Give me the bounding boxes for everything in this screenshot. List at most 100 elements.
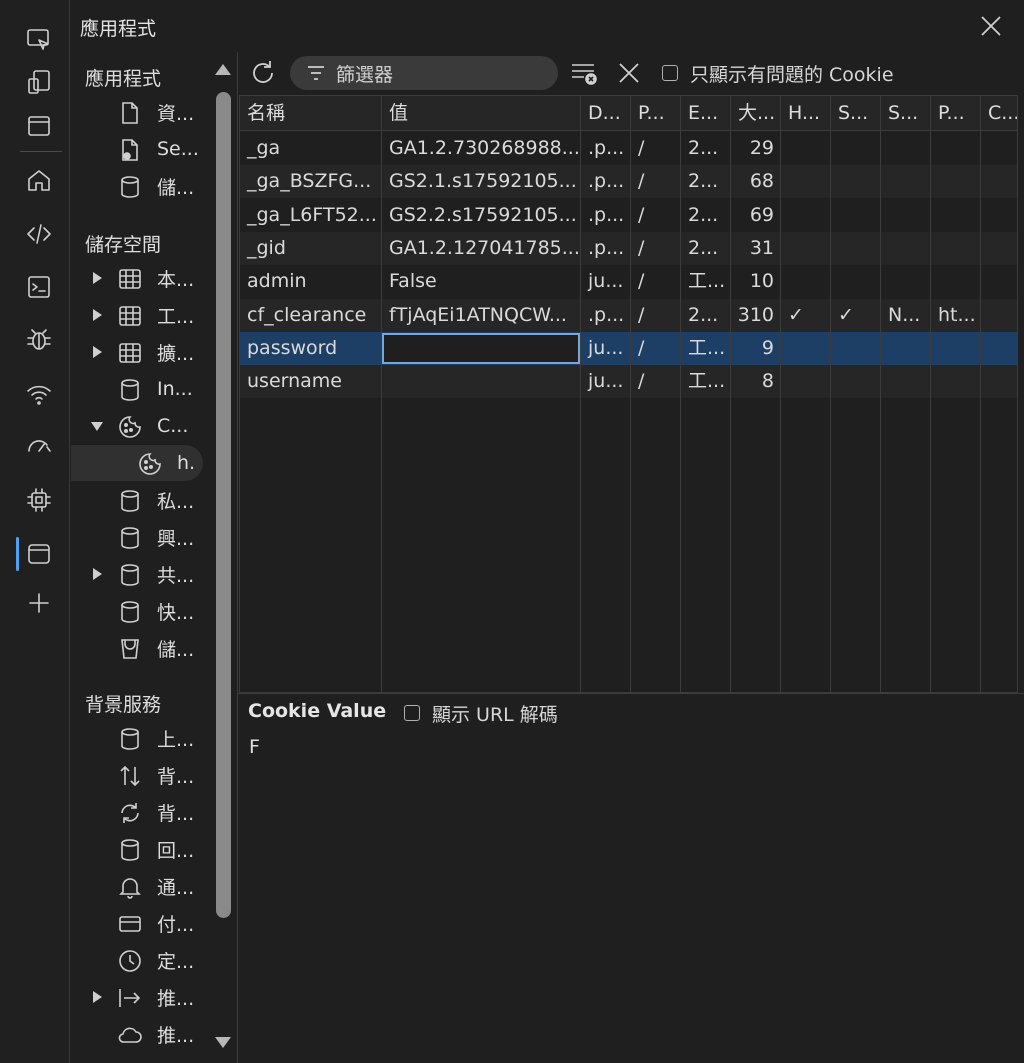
clear-all-icon[interactable] (570, 60, 600, 86)
collapse-arrow-icon[interactable] (91, 420, 103, 432)
expand-arrow-icon[interactable] (91, 346, 103, 358)
performance-icon[interactable] (19, 427, 59, 467)
expand-arrow-icon[interactable] (91, 991, 103, 1003)
table-cell[interactable]: .p... (581, 299, 631, 332)
console-icon[interactable] (19, 267, 59, 307)
column-header[interactable]: S... (881, 96, 931, 131)
column-header[interactable]: D... (581, 96, 631, 131)
elements-icon[interactable] (19, 214, 59, 254)
table-cell[interactable]: GA1.2.730268988.... (382, 132, 581, 165)
column-header[interactable]: S... (831, 96, 881, 131)
table-cell[interactable]: username (240, 365, 382, 398)
table-cell[interactable] (781, 232, 831, 265)
table-cell[interactable] (831, 365, 881, 398)
table-cell[interactable] (831, 332, 881, 365)
only-issues-checkbox[interactable] (662, 65, 678, 81)
table-cell[interactable] (981, 332, 1017, 365)
table-cell[interactable]: _ga_BSZFG... (240, 165, 382, 198)
cell-editor[interactable] (382, 332, 580, 364)
table-cell[interactable] (931, 199, 981, 232)
sidebar-item[interactable]: 定... (71, 942, 211, 978)
table-cell[interactable] (881, 332, 931, 365)
table-cell[interactable]: / (631, 299, 681, 332)
expand-arrow-icon[interactable] (91, 272, 103, 284)
table-cell[interactable]: / (631, 199, 681, 232)
table-cell[interactable]: GS2.1.s17592105... (382, 165, 581, 198)
table-cell[interactable]: admin (240, 265, 382, 298)
delete-selected-icon[interactable] (616, 60, 642, 86)
table-cell[interactable]: .p... (581, 199, 631, 232)
sidebar-item[interactable]: 私... (71, 482, 211, 518)
sidebar-item[interactable]: 儲... (71, 630, 211, 666)
table-cell[interactable] (931, 265, 981, 298)
table-cell[interactable] (831, 132, 881, 165)
table-row[interactable]: password ju... / 工... 9 (240, 331, 1017, 365)
table-cell[interactable] (781, 265, 831, 298)
table-cell[interactable]: 29 (731, 132, 781, 165)
sidebar-item[interactable]: 背... (71, 757, 211, 793)
table-cell[interactable]: ju... (581, 365, 631, 398)
column-header[interactable]: P... (931, 96, 981, 131)
table-cell[interactable] (981, 265, 1017, 298)
sidebar-item[interactable]: 擴... (71, 334, 211, 370)
table-cell[interactable] (781, 199, 831, 232)
only-issues-toggle[interactable]: 只顯示有問題的 Cookie (662, 58, 894, 88)
table-cell[interactable] (781, 165, 831, 198)
url-decode-toggle[interactable]: 顯示 URL 解碼 (404, 698, 558, 728)
network-icon[interactable] (19, 374, 59, 414)
table-cell[interactable]: 9 (731, 332, 781, 365)
table-cell[interactable]: _gid (240, 232, 382, 265)
column-header[interactable]: P... (631, 96, 681, 131)
sidebar-item[interactable]: 共... (71, 556, 211, 592)
table-row[interactable]: admin False ju... / 工... 10 (240, 265, 1017, 299)
expand-arrow-icon[interactable] (91, 568, 103, 580)
sidebar-item[interactable]: 付... (71, 905, 211, 941)
sidebar-item[interactable]: 興... (71, 519, 211, 555)
table-cell[interactable] (781, 365, 831, 398)
table-cell[interactable] (981, 199, 1017, 232)
scroll-down-arrow[interactable] (215, 1037, 231, 1048)
table-cell[interactable]: ✓ (781, 299, 831, 332)
sidebar-scrollbar[interactable] (216, 92, 231, 918)
table-row[interactable]: _ga_BSZFG... GS2.1.s17592105... .p.../2...… (240, 165, 1017, 199)
table-cell[interactable] (931, 232, 981, 265)
table-cell[interactable] (831, 165, 881, 198)
table-cell[interactable] (881, 165, 931, 198)
sidebar-item[interactable]: C... (71, 408, 211, 444)
table-cell[interactable]: _ga (240, 132, 382, 165)
close-icon[interactable] (977, 12, 1005, 40)
sidebar-item[interactable]: 推... (71, 1016, 211, 1052)
table-cell[interactable] (981, 232, 1017, 265)
table-cell[interactable] (831, 199, 881, 232)
dock-icon[interactable] (19, 106, 59, 146)
table-cell[interactable] (382, 365, 581, 398)
table-cell[interactable] (931, 365, 981, 398)
sidebar-item[interactable]: 資... (71, 94, 211, 130)
sidebar-item[interactable]: 儲... (71, 168, 211, 204)
table-cell[interactable]: 2... (681, 299, 731, 332)
sidebar-item[interactable]: Se... (71, 131, 211, 167)
memory-icon[interactable] (19, 480, 59, 520)
table-cell[interactable]: 2... (681, 199, 731, 232)
table-cell[interactable] (931, 132, 981, 165)
table-cell[interactable] (781, 132, 831, 165)
table-cell[interactable]: .p... (581, 132, 631, 165)
column-header[interactable]: C... (981, 96, 1017, 131)
table-cell[interactable] (881, 132, 931, 165)
table-cell[interactable]: 2... (681, 232, 731, 265)
table-cell[interactable]: 31 (731, 232, 781, 265)
sidebar-item[interactable]: 背... (71, 794, 211, 830)
add-icon[interactable] (19, 583, 59, 623)
sidebar-item[interactable]: 工... (71, 297, 211, 333)
table-row[interactable]: _ga_L6FT52... GS2.2.s17592105... .p.../2..… (240, 198, 1017, 232)
table-cell[interactable]: / (631, 232, 681, 265)
table-cell[interactable]: .p... (581, 165, 631, 198)
table-row[interactable]: username ju... / 工... 8 (240, 365, 1017, 399)
table-cell[interactable] (781, 332, 831, 365)
table-cell[interactable] (831, 232, 881, 265)
sidebar-item[interactable]: In... (71, 371, 211, 407)
table-cell[interactable]: .p... (581, 232, 631, 265)
table-cell[interactable] (931, 165, 981, 198)
table-cell[interactable] (881, 265, 931, 298)
device-icon[interactable] (19, 62, 59, 102)
